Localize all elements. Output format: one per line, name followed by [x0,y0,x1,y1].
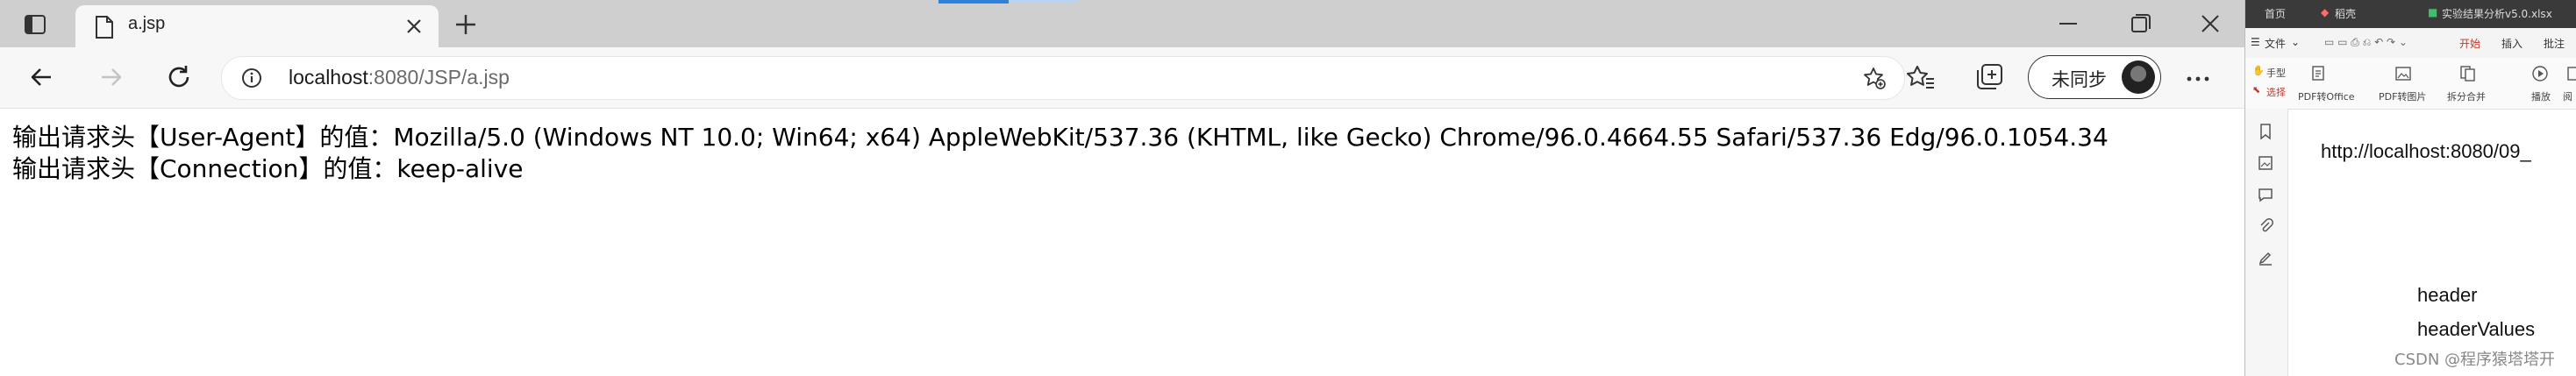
more-menu-icon[interactable] [2182,63,2214,95]
refresh-icon[interactable] [161,60,196,95]
close-tab-icon[interactable] [402,14,426,39]
doc-word-header: header [2417,284,2478,306]
tab-actions-icon[interactable] [23,12,47,37]
new-tab-icon[interactable] [452,11,480,39]
chevron-down-icon[interactable]: ⌄ [2291,36,2300,48]
pdf-to-office-label[interactable]: PDF转Office [2298,89,2355,103]
attachment-icon[interactable] [2257,217,2274,235]
accent-strip [938,0,1009,4]
hand-tool-icon[interactable]: ✋ [2252,65,2265,76]
csdn-watermark: CSDN @程序猿塔塔开 [2394,351,2556,369]
thumbnail-icon[interactable] [2257,154,2274,172]
hand-tool-label[interactable]: 手型 [2266,66,2286,80]
pdf-tab-home[interactable]: 首页 [2265,6,2286,21]
address-bar[interactable]: localhost:8080/JSP/a.jsp [221,56,1905,100]
play-label[interactable]: 播放 [2531,89,2551,103]
quick-access-icons[interactable]: ▭ ▭ ⎙ ⎌ ↶ ↷ ⌄ [2324,36,2408,49]
pdf-reader-window: 首页 ◆ 稻壳 ■ 实验结果分析v5.0.xlsx ☰ 文件 ⌄ ▭ ▭ ⎙ ⎌… [2244,0,2576,376]
signature-icon[interactable] [2257,249,2274,266]
add-favorite-icon[interactable] [1862,66,1887,90]
close-window-icon[interactable] [2194,9,2226,39]
restore-icon[interactable] [2124,9,2156,39]
page-content: 输出请求头【User-Agent】的值：Mozilla/5.0 (Windows… [0,109,2269,186]
menu-file[interactable]: 文件 [2265,36,2286,51]
select-tool-icon[interactable]: ⬉ [2252,84,2260,96]
file-icon [96,16,113,39]
url-path: :8080/JSP/a.jsp [367,66,510,89]
menu-home[interactable]: 开始 [2459,36,2480,51]
play-icon[interactable] [2531,65,2549,82]
tab-title: a.jsp [128,14,166,33]
pdf-tab-strip: 首页 ◆ 稻壳 ■ 实验结果分析v5.0.xlsx [2245,0,2576,28]
accent-strip-light [1009,0,1079,4]
pdf-ribbon: ✋ 手型 ⬉ 选择 PDF转Office PDF转图片 拆分合并 播放 阅 [2245,58,2576,110]
tab-a-jsp[interactable]: a.jsp [75,5,439,47]
pdf-tab-xlsx[interactable]: 实验结果分析v5.0.xlsx [2442,6,2552,21]
select-tool-label[interactable]: 选择 [2266,85,2286,99]
doc-url-text: http://localhost:8080/09_ [2321,140,2531,162]
xlsx-icon: ■ [2428,6,2438,18]
forward-icon[interactable] [93,60,128,95]
pdf-tab-daoke[interactable]: 稻壳 [2335,6,2356,21]
profile-sync-button[interactable]: 未同步 [2028,55,2161,99]
pdf-to-image-label[interactable]: PDF转图片 [2379,89,2426,103]
favorites-icon[interactable] [1905,61,1937,93]
sync-label: 未同步 [2052,69,2107,90]
collections-icon[interactable] [1973,61,2005,93]
back-icon[interactable] [25,60,60,95]
split-merge-label[interactable]: 拆分合并 [2447,89,2486,103]
menu-insert[interactable]: 插入 [2501,36,2522,51]
pdf-side-panel [2245,109,2288,376]
toolbar: localhost:8080/JSP/a.jsp 未同步 [0,47,2244,109]
user-agent-line: 输出请求头【User-Agent】的值：Mozilla/5.0 (Windows… [12,123,2109,152]
browser-window: a.jsp localhost:8080/JSP/a.jsp 未同步 输出请求头… [0,0,2244,376]
menu-annotate[interactable]: 批注 [2544,36,2565,51]
pdf-to-image-icon[interactable] [2394,65,2412,82]
connection-line: 输出请求头【Connection】的值：keep-alive [12,154,524,183]
avatar [2122,60,2155,94]
site-info-icon[interactable] [241,67,262,89]
bookmark-icon[interactable] [2257,123,2274,140]
read-mode-label[interactable]: 阅 [2563,89,2572,103]
split-merge-icon[interactable] [2459,65,2477,82]
minimize-icon[interactable] [2052,9,2084,39]
tab-strip: a.jsp [0,0,2244,47]
url-text[interactable]: localhost:8080/JSP/a.jsp [289,66,510,89]
comment-icon[interactable] [2257,186,2274,203]
pdf-tab-daoke-icon: ◆ [2321,6,2330,18]
read-mode-icon[interactable] [2566,65,2576,82]
doc-word-headervalues: headerValues [2417,318,2536,340]
url-host: localhost [289,66,368,89]
menu-hamburger-icon[interactable]: ☰ [2251,36,2260,48]
pdf-to-office-icon[interactable] [2310,65,2328,82]
pdf-menu-bar: ☰ 文件 ⌄ ▭ ▭ ⎙ ⎌ ↶ ↷ ⌄ 开始 插入 批注 [2245,28,2576,58]
